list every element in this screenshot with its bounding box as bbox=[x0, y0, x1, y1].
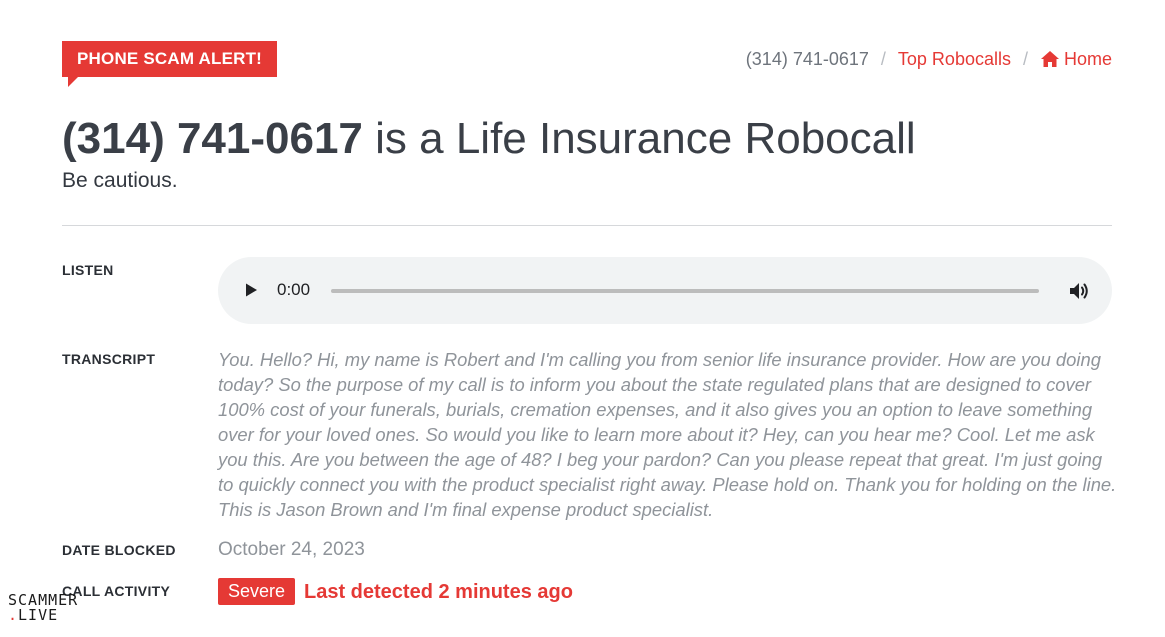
title-description: is a Life Insurance Robocall bbox=[375, 114, 916, 163]
breadcrumb-current-number: (314) 741-0617 bbox=[745, 49, 869, 69]
subtitle: Be cautious. bbox=[62, 169, 178, 192]
logo-line-2: LIVE bbox=[18, 606, 59, 624]
date-blocked-value: October 24, 2023 bbox=[218, 539, 365, 560]
breadcrumb-separator: / bbox=[1022, 49, 1028, 69]
breadcrumb: (314) 741-0617 / Top Robocalls / Home bbox=[746, 48, 1112, 70]
transcript-text: You. Hello? Hi, my name is Robert and I'… bbox=[218, 349, 1117, 520]
home-icon bbox=[1040, 51, 1059, 67]
volume-icon[interactable] bbox=[1068, 280, 1090, 302]
date-blocked-label: DATE BLOCKED bbox=[62, 542, 176, 558]
audio-progress-bar[interactable] bbox=[331, 289, 1039, 293]
severity-badge: Severe bbox=[218, 578, 296, 605]
phone-scam-alert-badge: PHONE SCAM ALERT! bbox=[62, 41, 278, 87]
call-activity-label: CALL ACTIVITY bbox=[62, 583, 171, 599]
logo-dot: . bbox=[8, 606, 19, 624]
last-detected-text: Last detected 2 minutes ago bbox=[304, 581, 573, 603]
play-icon[interactable] bbox=[243, 282, 259, 298]
scammer-live-logo: SCAMMER .LIVE bbox=[8, 593, 78, 623]
page-title: (314) 741-0617 is a Life Insurance Roboc… bbox=[62, 112, 916, 166]
breadcrumb-separator: / bbox=[880, 49, 886, 69]
divider bbox=[62, 225, 1112, 226]
home-link-label: Home bbox=[1063, 49, 1112, 69]
top-robocalls-link[interactable]: Top Robocalls bbox=[898, 48, 1011, 70]
home-link[interactable]: Home bbox=[1040, 48, 1112, 70]
audio-player[interactable]: 0:00 bbox=[218, 257, 1112, 324]
audio-time: 0:00 bbox=[277, 280, 311, 299]
transcript-label: TRANSCRIPT bbox=[62, 351, 156, 367]
listen-label: LISTEN bbox=[62, 262, 114, 278]
title-phone-number: (314) 741-0617 bbox=[62, 114, 363, 163]
